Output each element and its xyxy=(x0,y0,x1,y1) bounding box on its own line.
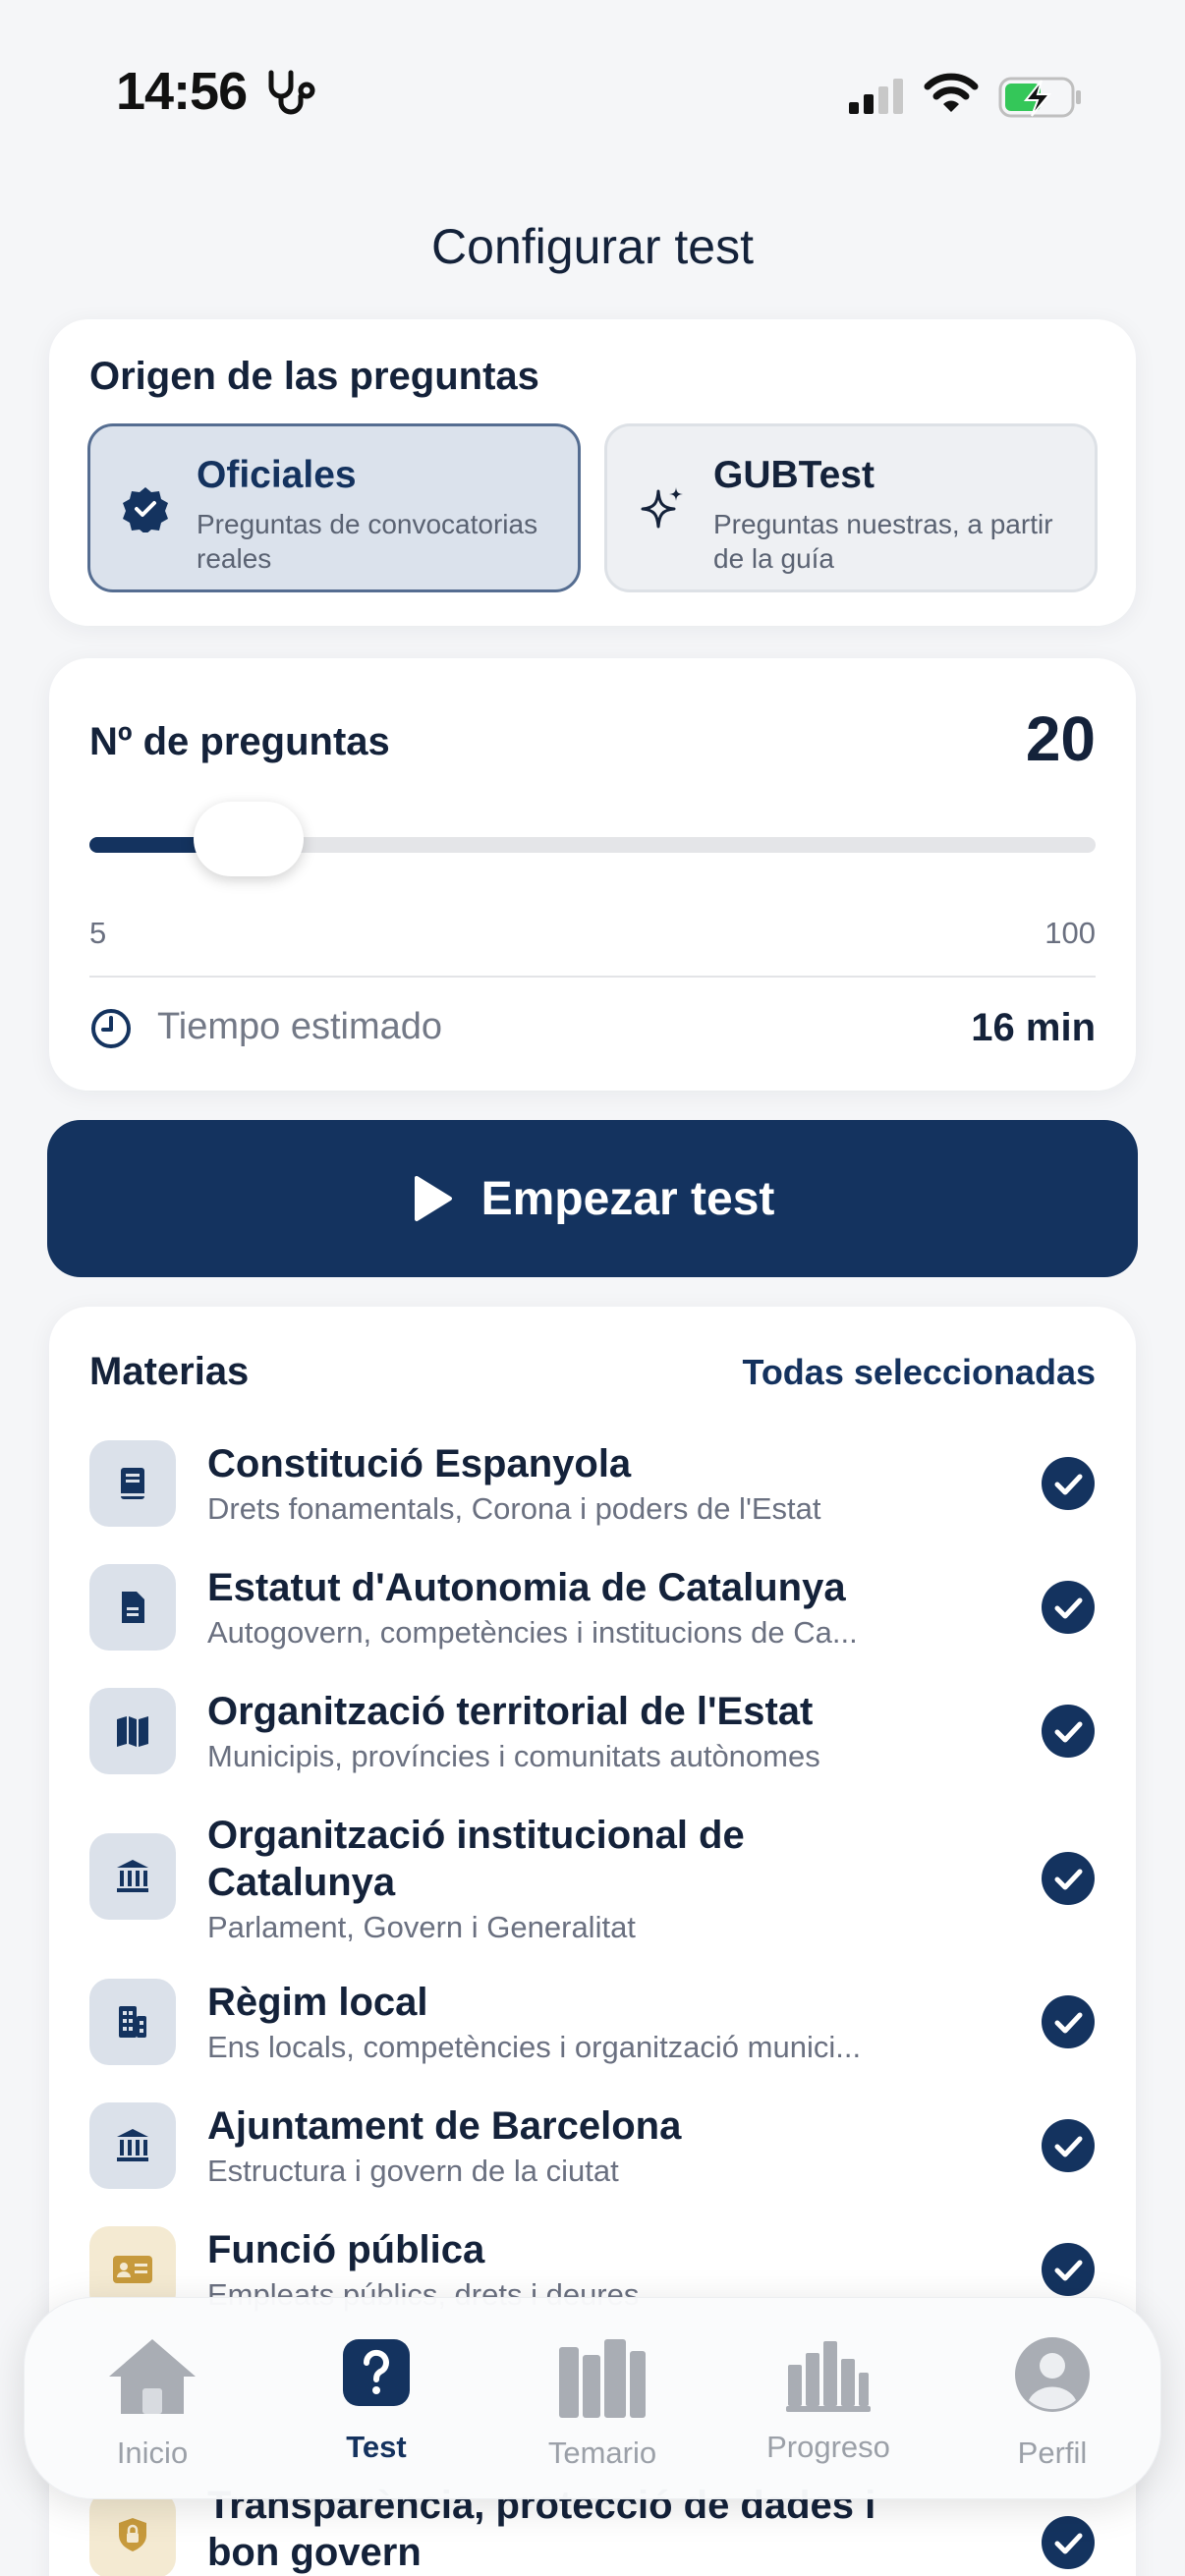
checkmark-icon[interactable] xyxy=(1041,1456,1096,1511)
subject-item[interactable]: Organització institucional de Catalunya … xyxy=(89,1812,1096,1949)
home-icon xyxy=(109,2339,196,2414)
origin-card: Origen de las preguntas Oficiales Pregun… xyxy=(49,319,1136,626)
select-all-toggle[interactable]: Todas seleccionadas xyxy=(743,1352,1097,1393)
tab-label: Temario xyxy=(547,2436,657,2470)
shield-lock-icon xyxy=(89,2492,176,2576)
verified-badge-icon xyxy=(123,487,168,532)
checkmark-icon[interactable] xyxy=(1041,2515,1096,2570)
checkmark-icon[interactable] xyxy=(1041,2242,1096,2297)
subject-description: Estructura i govern de la ciutat xyxy=(207,2154,619,2188)
slider-min-label: 5 xyxy=(89,916,107,950)
tab-label: Inicio xyxy=(116,2436,189,2470)
slider-max-label: 100 xyxy=(1044,916,1096,950)
subject-name: Estatut d'Autonomia de Catalunya xyxy=(207,1566,846,1609)
tab-label: Perfil xyxy=(1017,2436,1088,2470)
subject-description: Autogovern, competències i institucions … xyxy=(207,1615,858,1650)
tab-perfil[interactable]: Perfil xyxy=(954,2298,1151,2500)
option-subtitle: Preguntas nuestras, a partir de la guía xyxy=(713,509,1053,574)
question-count-card: Nº de preguntas 20 5 100 Tiempo estimado… xyxy=(49,658,1136,1091)
subject-name: Funció pública xyxy=(207,2228,485,2271)
tab-label: Progreso xyxy=(766,2430,890,2464)
question-count-value: 20 xyxy=(1025,703,1096,774)
tab-progreso[interactable]: Progreso xyxy=(730,2298,927,2500)
battery-charging-icon xyxy=(998,77,1081,118)
signal-icon xyxy=(849,79,903,114)
books-icon xyxy=(559,2339,646,2418)
document-icon xyxy=(89,1564,176,1651)
option-subtitle: Preguntas de convocatorias reales xyxy=(197,509,538,574)
sparkles-icon xyxy=(641,487,683,529)
slider-thumb[interactable] xyxy=(193,802,304,876)
map-icon xyxy=(89,1688,176,1774)
checkmark-icon[interactable] xyxy=(1041,1994,1096,2049)
status-bar: 14:56 xyxy=(0,0,1185,187)
person-icon xyxy=(1015,2337,1090,2412)
institution-icon xyxy=(89,2102,176,2189)
clock-icon xyxy=(91,1009,131,1048)
bar-chart-icon xyxy=(786,2341,871,2412)
option-label: GUBTest xyxy=(713,454,875,496)
subjects-title: Materias xyxy=(89,1350,250,1393)
subject-item[interactable]: Estatut d'Autonomia de Catalunya Autogov… xyxy=(89,1564,1096,1652)
origin-title: Origen de las preguntas xyxy=(89,355,539,398)
question-count-title: Nº de preguntas xyxy=(89,720,390,763)
origin-option-official[interactable]: Oficiales Preguntas de convocatorias rea… xyxy=(87,423,581,592)
question-icon xyxy=(343,2339,410,2406)
option-label: Oficiales xyxy=(197,454,357,496)
institution-icon xyxy=(89,1833,176,1920)
checkmark-icon[interactable] xyxy=(1041,1851,1096,1906)
subject-item[interactable]: Constitució Espanyola Drets fonamentals,… xyxy=(89,1440,1096,1529)
estimated-time-label: Tiempo estimado xyxy=(157,1006,443,1047)
subject-description: Ens locals, competències i organització … xyxy=(207,2030,862,2064)
tab-inicio[interactable]: Inicio xyxy=(54,2298,251,2500)
origin-option-gubtest[interactable]: GUBTest Preguntas nuestras, a partir de … xyxy=(604,423,1098,592)
subject-name: Organització territorial de l'Estat xyxy=(207,1690,814,1733)
tab-test[interactable]: Test xyxy=(278,2298,475,2500)
subject-description: Drets fonamentals, Corona i poders de l'… xyxy=(207,1491,821,1526)
tab-temario[interactable]: Temario xyxy=(504,2298,701,2500)
subject-name: Ajuntament de Barcelona xyxy=(207,2104,682,2148)
status-time: 14:56 xyxy=(116,62,248,121)
building-icon xyxy=(89,1979,176,2065)
start-test-label: Empezar test xyxy=(480,1172,775,1225)
start-test-button[interactable]: Empezar test xyxy=(47,1120,1138,1277)
estimated-time-value: 16 min xyxy=(971,1006,1096,1049)
subject-item[interactable]: Ajuntament de Barcelona Estructura i gov… xyxy=(89,2102,1096,2191)
subject-item[interactable]: Règim local Ens locals, competències i o… xyxy=(89,1979,1096,2067)
tab-bar: Inicio Test Temario Progreso Perfil xyxy=(24,2297,1161,2499)
checkmark-icon[interactable] xyxy=(1041,1704,1096,1759)
subject-item[interactable]: Organització territorial de l'Estat Muni… xyxy=(89,1688,1096,1776)
checkmark-icon[interactable] xyxy=(1041,2118,1096,2173)
subject-name: Organització institucional de Catalunya xyxy=(207,1814,745,1904)
subject-name: Constitució Espanyola xyxy=(207,1442,632,1485)
play-icon xyxy=(414,1176,452,1221)
book-icon xyxy=(89,1440,176,1527)
subject-description: Municipis, províncies i comunitats autòn… xyxy=(207,1739,820,1773)
subject-name: Règim local xyxy=(207,1981,428,2024)
checkmark-icon[interactable] xyxy=(1041,1580,1096,1635)
subject-description: Parlament, Govern i Generalitat xyxy=(207,1910,636,1944)
page-title: Configurar test xyxy=(431,219,754,274)
wifi-icon xyxy=(924,73,979,112)
divider xyxy=(89,976,1096,978)
tab-label: Test xyxy=(346,2430,407,2464)
stethoscope-icon xyxy=(268,70,315,115)
question-count-slider[interactable] xyxy=(89,802,1096,876)
